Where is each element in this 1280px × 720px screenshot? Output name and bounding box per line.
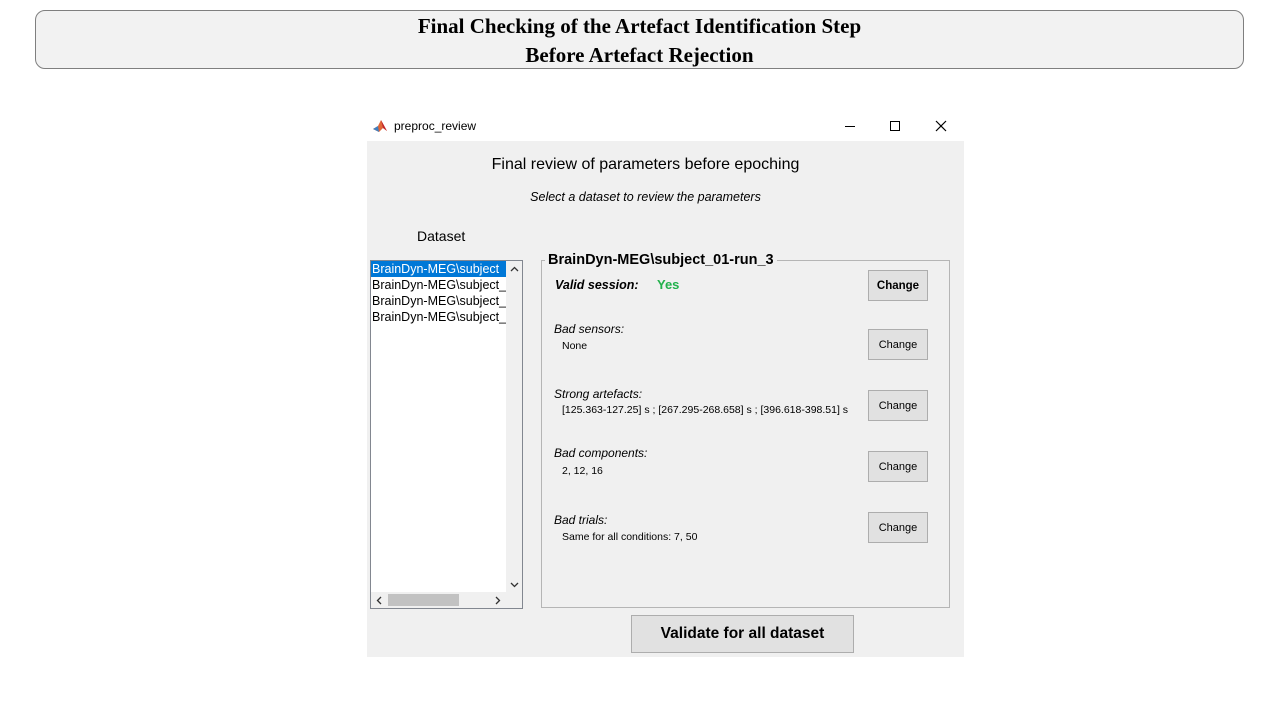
sub-heading: Select a dataset to review the parameter… <box>530 190 761 204</box>
change-bad-sensors-button[interactable]: Change <box>868 329 928 360</box>
scroll-up-button[interactable] <box>506 261 522 277</box>
maximize-button[interactable] <box>872 110 918 141</box>
preproc-review-window: preproc_review Final review of parameter… <box>367 110 964 657</box>
bad-trials-label: Bad trials: <box>554 513 608 527</box>
valid-session-label: Valid session: <box>555 278 639 292</box>
change-strong-artefacts-button[interactable]: Change <box>868 390 928 421</box>
list-item[interactable]: BrainDyn-MEG\subject_ <box>371 293 507 309</box>
list-item[interactable]: BrainDyn-MEG\subject_ <box>371 277 507 293</box>
bad-components-label: Bad components: <box>554 446 648 460</box>
validate-all-button[interactable]: Validate for all dataset <box>631 615 854 653</box>
strong-artefacts-value: [125.363-127.25] s ; [267.295-268.658] s… <box>562 404 849 416</box>
vertical-scrollbar[interactable] <box>506 261 522 593</box>
window-title: preproc_review <box>394 119 477 133</box>
change-valid-session-button[interactable]: Change <box>868 270 928 301</box>
chevron-up-icon <box>510 266 518 272</box>
list-item[interactable]: BrainDyn-MEG\subject_ <box>371 309 507 325</box>
scroll-down-button[interactable] <box>506 577 522 593</box>
change-bad-components-button[interactable]: Change <box>868 451 928 482</box>
scroll-left-button[interactable] <box>371 592 387 608</box>
main-heading: Final review of parameters before epochi… <box>491 156 800 173</box>
window-titlebar[interactable]: preproc_review <box>367 110 964 141</box>
dataset-listbox[interactable]: BrainDyn-MEG\subject BrainDyn-MEG\subjec… <box>370 260 523 609</box>
strong-artefacts-label: Strong artefacts: <box>554 387 643 401</box>
parameters-panel <box>541 260 950 608</box>
slide-title: Final Checking of the Artefact Identific… <box>35 10 1244 69</box>
horizontal-scroll-thumb[interactable] <box>388 594 459 606</box>
valid-session-value: Yes <box>657 277 680 292</box>
change-bad-trials-button[interactable]: Change <box>868 512 928 543</box>
dataset-label: Dataset <box>417 228 466 244</box>
matlab-icon <box>372 118 388 134</box>
bad-trials-value: Same for all conditions: 7, 50 <box>562 531 698 543</box>
bad-sensors-value: None <box>562 340 588 352</box>
slide-title-line2: Before Artefact Rejection <box>525 43 754 67</box>
chevron-left-icon <box>376 596 382 604</box>
minimize-icon <box>845 125 855 127</box>
panel-title: BrainDyn-MEG\subject_01-run_3 <box>545 252 777 268</box>
dataset-list-items: BrainDyn-MEG\subject BrainDyn-MEG\subjec… <box>371 261 507 593</box>
close-icon <box>935 120 947 131</box>
minimize-button[interactable] <box>827 110 873 141</box>
horizontal-scrollbar[interactable] <box>371 592 522 608</box>
scroll-right-button[interactable] <box>490 592 506 608</box>
slide-title-line1: Final Checking of the Artefact Identific… <box>417 14 862 38</box>
close-button[interactable] <box>918 110 964 141</box>
maximize-icon <box>890 120 900 131</box>
bad-sensors-label: Bad sensors: <box>554 322 625 336</box>
chevron-down-icon <box>510 582 518 588</box>
bad-components-value: 2, 12, 16 <box>562 465 603 477</box>
chevron-right-icon <box>495 596 501 604</box>
list-item[interactable]: BrainDyn-MEG\subject <box>371 261 507 277</box>
